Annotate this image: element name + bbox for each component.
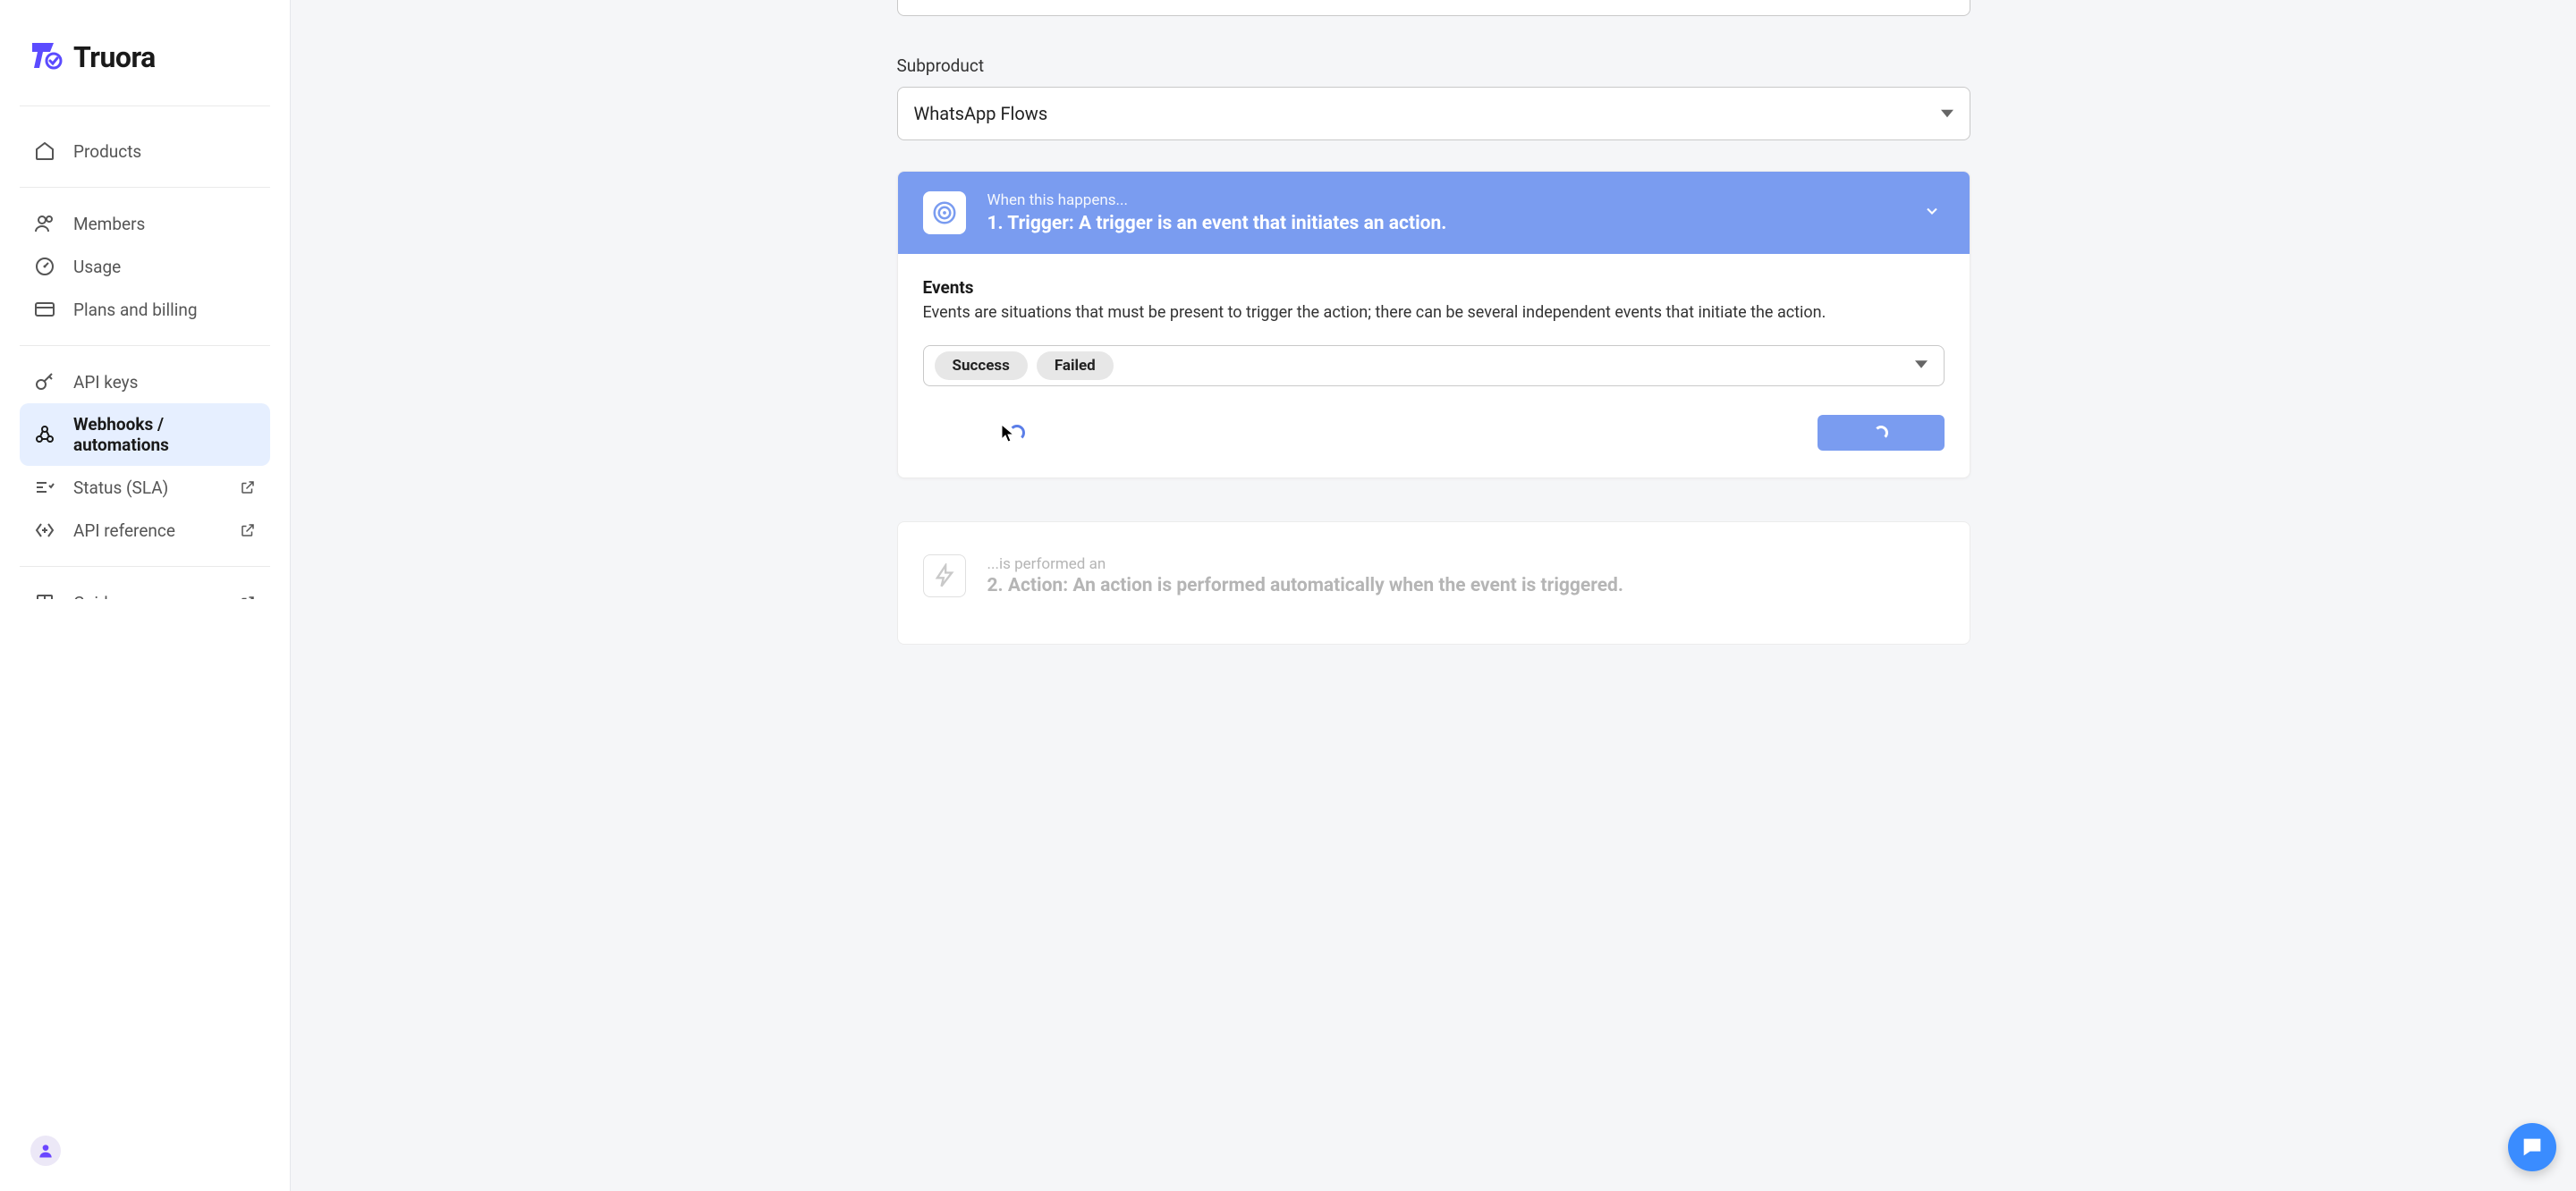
sidebar-item-label: API keys	[73, 372, 256, 393]
event-chip-failed[interactable]: Failed	[1037, 351, 1114, 380]
caret-down-icon	[1915, 358, 1928, 375]
action-card[interactable]: ...is performed an 2. Action: An action …	[897, 521, 1970, 645]
subproduct-field: Subproduct WhatsApp Flows	[897, 55, 1970, 140]
divider	[20, 345, 270, 346]
subproduct-select[interactable]: WhatsApp Flows	[897, 87, 1970, 140]
main-content: Subproduct WhatsApp Flows When this happ…	[291, 0, 2576, 1191]
sidebar-item-label: Usage	[73, 257, 256, 277]
subproduct-value: WhatsApp Flows	[914, 103, 1048, 124]
logo-mark-icon	[27, 36, 66, 79]
avatar-icon	[30, 1136, 61, 1166]
divider	[20, 566, 270, 567]
nav-group-2: Members Usage Plans and billing	[20, 195, 270, 338]
save-trigger-button[interactable]	[1818, 415, 1945, 451]
book-icon	[34, 592, 55, 599]
sidebar-item-label: Members	[73, 214, 256, 234]
nav-group-4: Guides	[20, 574, 270, 599]
help-chat-button[interactable]	[2508, 1123, 2556, 1171]
card-icon	[34, 299, 55, 320]
events-description: Events are situations that must be prese…	[923, 301, 1945, 324]
name-input[interactable]	[897, 0, 1970, 16]
trigger-texts: When this happens... 1. Trigger: A trigg…	[987, 191, 1945, 234]
content-container: Subproduct WhatsApp Flows When this happ…	[897, 0, 1970, 645]
chevron-down-icon	[1923, 202, 1941, 224]
action-title: 2. Action: An action is performed automa…	[987, 575, 1945, 596]
trigger-title: 1. Trigger: A trigger is an event that i…	[987, 213, 1945, 234]
sidebar: Truora Products Members Usage Plans and …	[0, 0, 291, 1191]
key-icon	[34, 371, 55, 393]
external-link-icon	[240, 522, 256, 538]
logo-container: Truora	[20, 36, 270, 106]
home-icon	[34, 140, 55, 162]
sidebar-item-plans-billing[interactable]: Plans and billing	[20, 288, 270, 331]
sidebar-item-api-reference[interactable]: API reference	[20, 509, 270, 552]
sidebar-item-status-sla[interactable]: Status (SLA)	[20, 466, 270, 509]
nav-group-1: Products	[20, 122, 270, 180]
status-icon	[34, 477, 55, 498]
user-avatar[interactable]	[30, 1136, 61, 1166]
trigger-card: When this happens... 1. Trigger: A trigg…	[897, 171, 1970, 478]
target-icon	[923, 191, 966, 234]
trigger-subtitle: When this happens...	[987, 191, 1945, 209]
sidebar-item-webhooks-automations[interactable]: Webhooks / automations	[20, 403, 270, 466]
event-chip-success[interactable]: Success	[935, 351, 1028, 380]
trigger-body: Events Events are situations that must b…	[898, 254, 1970, 477]
sidebar-item-products[interactable]: Products	[20, 130, 270, 173]
webhook-icon	[34, 424, 55, 445]
app-root: Truora Products Members Usage Plans and …	[0, 0, 2576, 1191]
sidebar-item-api-keys[interactable]: API keys	[20, 360, 270, 403]
caret-down-icon	[1941, 103, 1953, 124]
external-link-icon	[240, 479, 256, 495]
sidebar-item-label: API reference	[73, 520, 222, 541]
users-icon	[34, 213, 55, 234]
sidebar-item-label: Products	[73, 141, 256, 162]
events-select[interactable]: Success Failed	[923, 345, 1945, 386]
sidebar-item-label: Plans and billing	[73, 300, 256, 320]
nav-group-3: API keys Webhooks / automations Status (…	[20, 353, 270, 559]
bolt-icon	[923, 554, 966, 597]
loading-spinner	[1009, 425, 1025, 441]
action-subtitle: ...is performed an	[987, 555, 1945, 573]
events-heading: Events	[923, 277, 1945, 298]
external-link-icon	[240, 595, 256, 599]
sidebar-item-label: Guides	[73, 593, 222, 600]
trigger-actions-row	[923, 415, 1945, 451]
sidebar-item-usage[interactable]: Usage	[20, 245, 270, 288]
sidebar-item-members[interactable]: Members	[20, 202, 270, 245]
code-icon	[34, 519, 55, 541]
trigger-header[interactable]: When this happens... 1. Trigger: A trigg…	[898, 172, 1970, 254]
sidebar-item-label: Status (SLA)	[73, 477, 222, 498]
subproduct-label: Subproduct	[897, 55, 1970, 76]
sidebar-item-guides[interactable]: Guides	[20, 581, 270, 599]
brand-name: Truora	[73, 40, 156, 74]
action-texts: ...is performed an 2. Action: An action …	[987, 555, 1945, 596]
sidebar-item-label: Webhooks / automations	[73, 414, 256, 455]
brand-logo[interactable]: Truora	[27, 36, 263, 79]
gauge-icon	[34, 256, 55, 277]
divider	[20, 187, 270, 188]
